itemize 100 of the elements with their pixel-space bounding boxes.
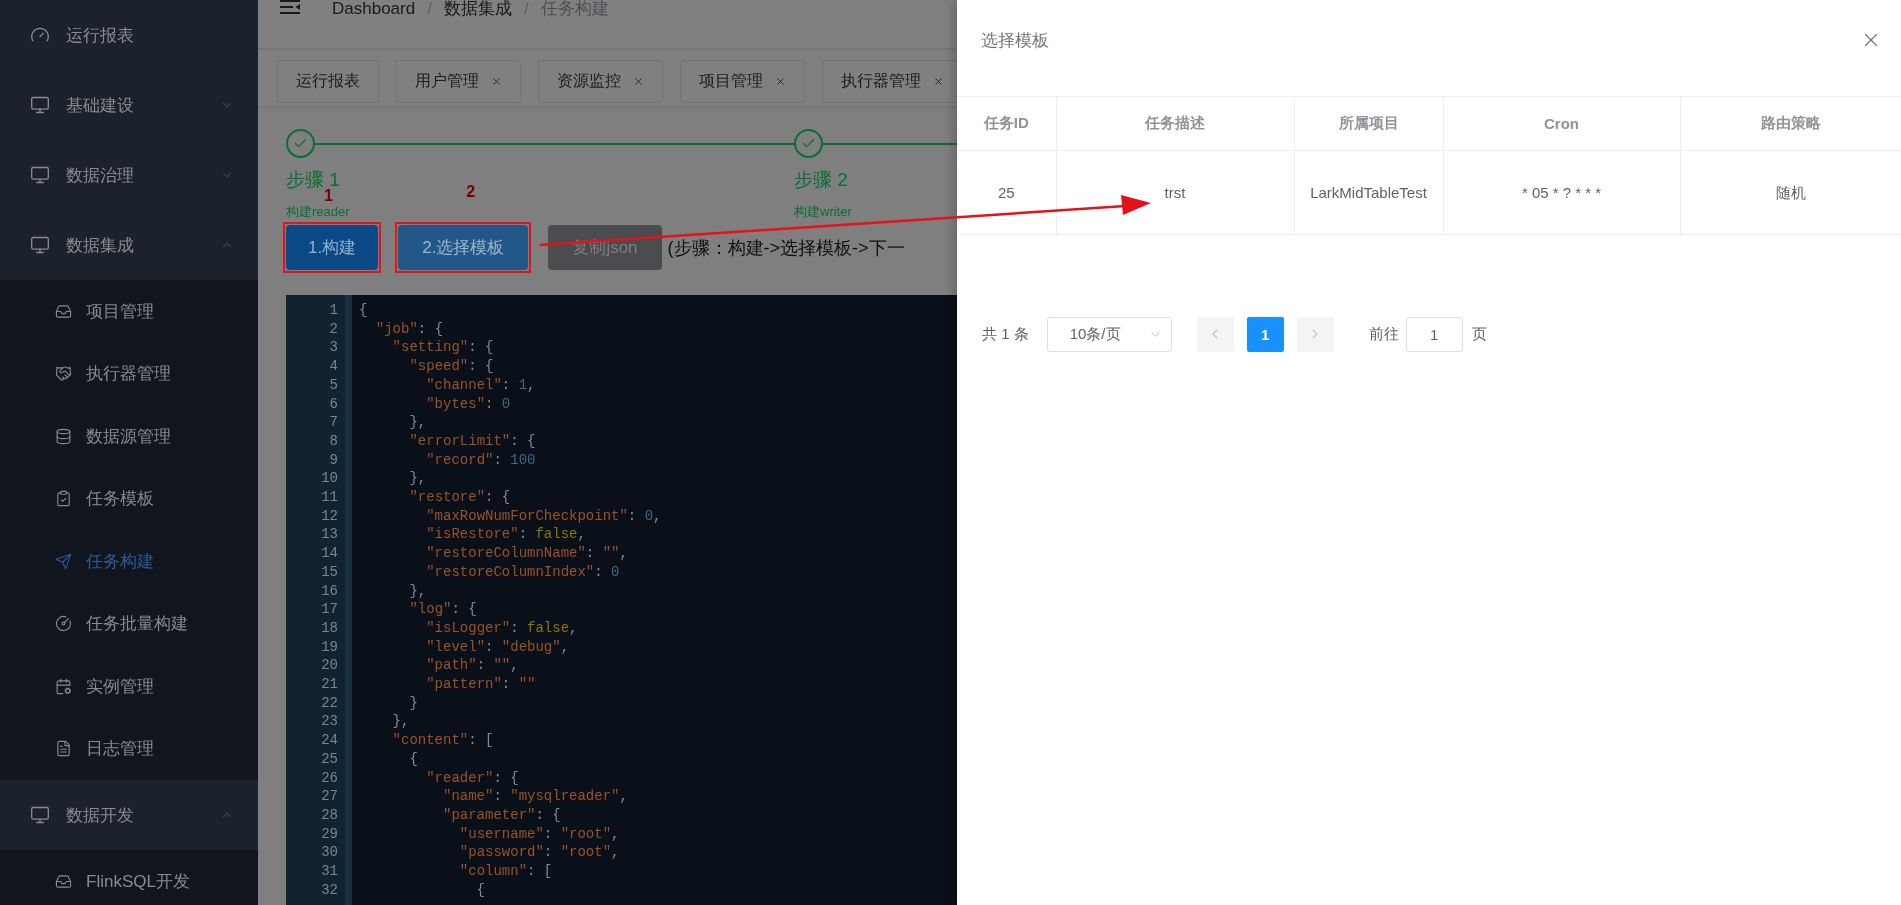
line-number: 14	[320, 544, 339, 563]
submenu-item[interactable]: 执行器管理	[0, 342, 258, 405]
line-number: 6	[328, 394, 339, 414]
table-cell: * 05 * ? * * *	[1443, 150, 1680, 235]
code-line: "pattern": ""	[425, 675, 536, 694]
line-number: 27	[320, 787, 339, 806]
close-icon[interactable]	[633, 76, 644, 87]
step-description: 构建writer	[794, 205, 852, 219]
code-line: },	[408, 469, 427, 489]
page-input[interactable]: 1	[1405, 316, 1463, 352]
annotation-number: 1	[324, 188, 333, 204]
code-line: "password": "root",	[458, 843, 620, 863]
submenu-item[interactable]: 数据源管理	[0, 405, 258, 468]
gauge-icon	[55, 615, 72, 633]
submenu-item[interactable]: 任务模板	[0, 467, 258, 530]
line-number: 23	[320, 712, 339, 732]
code-line: "column": [	[458, 862, 553, 881]
line-number: 20	[320, 656, 339, 676]
line-number: 17	[320, 600, 339, 619]
line-number: 1	[328, 301, 339, 320]
tab[interactable]: 用户管理	[396, 60, 521, 103]
line-number: 3	[328, 338, 339, 358]
page-size-select[interactable]: 10条/页	[1046, 316, 1172, 352]
tab[interactable]: 资源监控	[538, 60, 663, 103]
line-number: 22	[320, 693, 339, 713]
close-icon[interactable]	[491, 76, 502, 87]
code-line: {	[408, 749, 418, 769]
page-number[interactable]: 1	[1246, 316, 1284, 352]
inbox-icon	[55, 302, 72, 320]
submenu-item[interactable]: 项目管理	[0, 280, 258, 343]
code-line: "speed": {	[408, 357, 494, 376]
code-line: "restoreColumnName": "",	[425, 544, 628, 563]
tab[interactable]: 项目管理	[680, 60, 805, 103]
code-line: "level": "debug",	[425, 637, 570, 657]
breadcrumb-separator: /	[523, 0, 529, 19]
total-count: 共 1 条	[982, 324, 1029, 344]
line-number: 16	[320, 581, 339, 601]
calendar-icon	[55, 677, 72, 695]
monitor-icon	[30, 805, 50, 825]
code-line: "path": "",	[425, 656, 519, 676]
inbox-icon	[55, 872, 72, 890]
line-number: 4	[328, 357, 339, 376]
code-line: },	[408, 413, 427, 432]
close-icon[interactable]	[933, 76, 944, 87]
submenu-item[interactable]: 日志管理	[0, 717, 258, 780]
code-editor[interactable]	[286, 295, 957, 905]
column-header: 任务ID	[957, 96, 1056, 151]
code-line: "content": [	[391, 731, 494, 750]
line-number: 30	[320, 843, 339, 863]
line-number: 12	[320, 506, 339, 526]
code-line: {	[359, 301, 368, 320]
column-header: 路由策略	[1680, 96, 1901, 151]
code-line: "channel": 1,	[425, 375, 536, 395]
step-title: 步骤 1	[286, 168, 340, 190]
code-line: },	[391, 712, 410, 732]
line-number: 25	[320, 749, 339, 769]
code-line: "isRestore": false,	[425, 525, 586, 545]
line-number: 24	[320, 731, 339, 750]
goto-label: 前往	[1368, 324, 1399, 344]
step-button[interactable]: 1.构建	[286, 225, 379, 270]
line-number: 8	[328, 431, 339, 451]
annotation-number: 2	[466, 184, 476, 200]
drawer-title: 选择模板	[981, 29, 1049, 52]
table-cell: 25	[957, 150, 1056, 235]
submenu-item[interactable]: 任务构建	[0, 530, 258, 593]
line-number: 7	[328, 413, 339, 432]
code-line: "name": "mysqlreader",	[442, 787, 628, 806]
code-line: "record": 100	[425, 450, 536, 470]
code-line: "job": {	[374, 319, 444, 339]
line-number: 28	[320, 806, 339, 825]
submenu-item[interactable]: 实例管理	[0, 655, 258, 718]
handshake-icon	[55, 365, 72, 383]
submenu-item[interactable]: FlinkSQL开发	[0, 850, 258, 905]
clipboard-check-icon	[55, 490, 72, 508]
monitor-icon	[30, 165, 50, 185]
database-icon	[55, 427, 72, 445]
submenu-item[interactable]: 任务批量构建	[0, 592, 258, 655]
code-line: },	[408, 581, 427, 601]
line-number: 15	[320, 562, 339, 582]
table-cell: 随机	[1680, 150, 1901, 235]
code-line: "parameter": {	[442, 806, 561, 825]
code-line: "restoreColumnIndex": 0	[425, 562, 620, 582]
column-header: 所属项目	[1294, 96, 1443, 151]
step-title: 步骤 2	[794, 168, 848, 192]
monitor-icon	[30, 235, 50, 255]
menu-icon[interactable]	[280, 0, 300, 15]
tab[interactable]: 执行器管理	[822, 60, 957, 103]
send-icon	[55, 552, 72, 570]
column-header: Cron	[1443, 96, 1680, 151]
code-line: "restore": {	[408, 488, 511, 507]
code-line: "reader": {	[425, 768, 519, 788]
column-header: 任务描述	[1056, 96, 1294, 151]
tab[interactable]: 运行报表	[277, 60, 379, 103]
breadcrumb-item[interactable]: 数据集成	[443, 0, 512, 19]
breadcrumb-item[interactable]: Dashboard	[332, 0, 416, 19]
step-button[interactable]: 2.选择模板	[398, 225, 529, 270]
line-number: 19	[320, 637, 339, 657]
close-icon[interactable]	[775, 76, 786, 87]
goto-suffix: 页	[1471, 324, 1487, 344]
line-number: 9	[328, 450, 339, 470]
